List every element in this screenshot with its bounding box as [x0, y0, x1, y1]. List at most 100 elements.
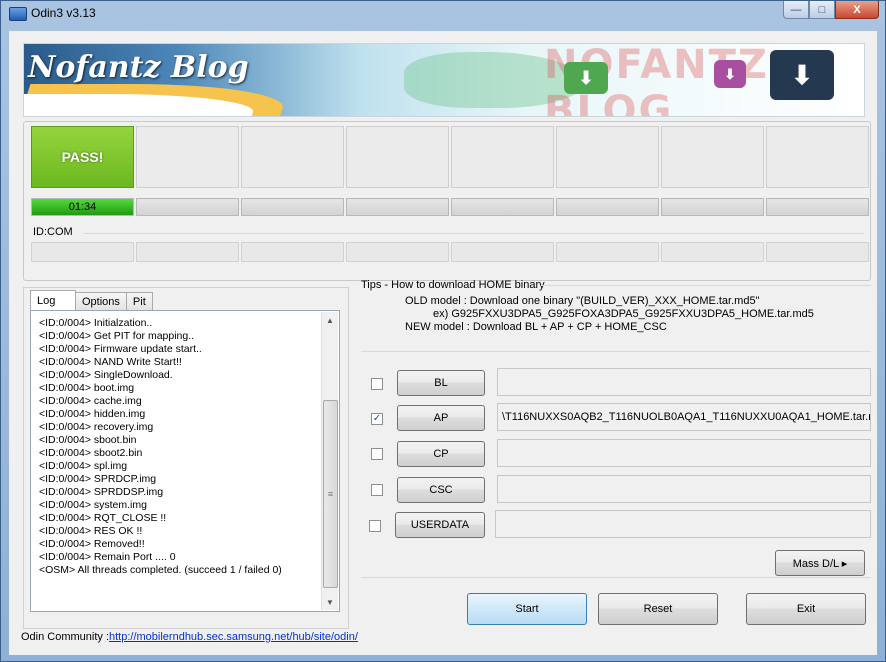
- device-slot: [241, 126, 344, 188]
- tip-example: ex) G925FXXU3DPA5_G925FOXA3DPA5_G925FXXU…: [433, 308, 814, 320]
- device-slot: [661, 126, 764, 188]
- download-icon-large: ⬇: [770, 50, 834, 100]
- progress-bar: [766, 198, 869, 216]
- log-line: <ID:0/004> Firmware update start..: [39, 343, 202, 355]
- com-port-box: [136, 242, 239, 262]
- progress-bar: [556, 198, 659, 216]
- cp-button[interactable]: CP: [397, 441, 485, 467]
- banner-logo: Nofantz Blog: [28, 50, 249, 85]
- log-line: <ID:0/004> SingleDownload.: [39, 369, 173, 381]
- actions-divider: [361, 577, 871, 578]
- minimize-button[interactable]: —: [783, 1, 809, 19]
- userdata-path-field[interactable]: [495, 510, 871, 538]
- log-line: <ID:0/004> recovery.img: [39, 421, 154, 433]
- progress-bar: [661, 198, 764, 216]
- progress-bar-1: 01:34: [31, 198, 134, 216]
- ap-path-field[interactable]: \T116NUXXS0AQB2_T116NUOLB0AQA1_T116NUXXU…: [497, 403, 871, 431]
- device-slot-1-status: PASS!: [31, 126, 134, 188]
- title-bar[interactable]: Odin3 v3.13 — □ X: [1, 1, 885, 27]
- progress-bar: [241, 198, 344, 216]
- log-line: <ID:0/004> Removed!!: [39, 538, 145, 550]
- device-slots: PASS!: [31, 126, 869, 188]
- download-icon: ⬇: [564, 62, 608, 94]
- log-scrollbar[interactable]: ▲ ≡ ▼: [321, 312, 338, 610]
- log-line: <ID:0/004> sboot2.bin: [39, 447, 143, 459]
- com-port-box: [556, 242, 659, 262]
- close-button[interactable]: X: [835, 1, 879, 19]
- log-line: <OSM> All threads completed. (succeed 1 …: [39, 564, 282, 576]
- log-panel: Log Options Pit <ID:0/004> Initialzation…: [23, 287, 349, 629]
- progress-bar: [451, 198, 554, 216]
- log-line: <ID:0/004> RES OK !!: [39, 525, 143, 537]
- scroll-down-icon[interactable]: ▼: [322, 594, 338, 610]
- com-port-box: [661, 242, 764, 262]
- exit-button[interactable]: Exit: [746, 593, 866, 625]
- log-line: <ID:0/004> spl.img: [39, 460, 128, 472]
- csc-button[interactable]: CSC: [397, 477, 485, 503]
- device-slot: [766, 126, 869, 188]
- device-status-group: PASS! 01:34 ID:COM: [23, 121, 871, 281]
- tips-divider: [541, 285, 871, 286]
- idcom-divider: [84, 233, 864, 234]
- com-port-box: [241, 242, 344, 262]
- bl-path-field[interactable]: [497, 368, 871, 396]
- bl-checkbox[interactable]: [371, 378, 383, 390]
- device-slot: [346, 126, 449, 188]
- window-title: Odin3 v3.13: [31, 6, 96, 20]
- log-line: <ID:0/004> sboot.bin: [39, 434, 137, 446]
- log-line: <ID:0/004> boot.img: [39, 382, 135, 394]
- odin-app-icon: [9, 7, 27, 21]
- tab-log[interactable]: Log: [30, 290, 76, 311]
- files-group: BL ✓ AP \T116NUXXS0AQB2_T116NUOLB0AQA1_T…: [361, 351, 871, 576]
- com-port-box: [766, 242, 869, 262]
- com-port-box: [31, 242, 134, 262]
- userdata-checkbox[interactable]: [369, 520, 381, 532]
- tab-options[interactable]: Options: [75, 292, 127, 310]
- log-line: <ID:0/004> system.img: [39, 499, 147, 511]
- progress-bar: [346, 198, 449, 216]
- log-line: <ID:0/004> RQT_CLOSE !!: [39, 512, 167, 524]
- csc-path-field[interactable]: [497, 475, 871, 503]
- progress-bars: 01:34: [31, 198, 869, 216]
- tip-old-model: OLD model : Download one binary "(BUILD_…: [405, 295, 760, 307]
- mass-dl-button[interactable]: Mass D/L ▸: [775, 550, 865, 576]
- client-area: Nofantz Blog NOFANTZ BLOG ⬇ ⬇ ⬇ PASS! 01…: [9, 31, 877, 655]
- csc-checkbox[interactable]: [371, 484, 383, 496]
- log-line: <ID:0/004> SPRDCP.img: [39, 473, 157, 485]
- tip-new-model: NEW model : Download BL + AP + CP + HOME…: [405, 321, 667, 333]
- idcom-label: ID:COM: [33, 226, 73, 238]
- maximize-button[interactable]: □: [809, 1, 835, 19]
- progress-bar: [136, 198, 239, 216]
- device-slot: [451, 126, 554, 188]
- com-ports: [31, 242, 869, 262]
- log-line: <ID:0/004> SPRDDSP.img: [39, 486, 164, 498]
- log-tabs: Log Options Pit: [30, 290, 153, 311]
- userdata-button[interactable]: USERDATA: [395, 512, 485, 538]
- com-port-box: [346, 242, 449, 262]
- ap-button[interactable]: AP: [397, 405, 485, 431]
- log-lines: <ID:0/004> Initialzation.. <ID:0/004> Ge…: [39, 317, 282, 577]
- cp-checkbox[interactable]: [371, 448, 383, 460]
- com-port-box: [451, 242, 554, 262]
- log-line: <ID:0/004> cache.img: [39, 395, 142, 407]
- tips-group: Tips - How to download HOME binary OLD m…: [361, 279, 871, 343]
- ap-checkbox[interactable]: ✓: [371, 413, 383, 425]
- odin-window: Odin3 v3.13 — □ X Nofantz Blog NOFANTZ B…: [0, 0, 886, 662]
- log-line: <ID:0/004> hidden.img: [39, 408, 146, 420]
- log-line: <ID:0/004> Remain Port .... 0: [39, 551, 176, 563]
- start-button[interactable]: Start: [467, 593, 587, 625]
- log-line: <ID:0/004> Initialzation..: [39, 317, 153, 329]
- tab-pit[interactable]: Pit: [125, 292, 153, 310]
- scroll-up-icon[interactable]: ▲: [322, 312, 338, 328]
- community-link[interactable]: http://mobilerndhub.sec.samsung.net/hub/…: [109, 631, 358, 643]
- reset-button[interactable]: Reset: [598, 593, 718, 625]
- window-controls: — □ X: [783, 1, 879, 19]
- download-icon-small: ⬇: [714, 60, 746, 88]
- device-slot: [136, 126, 239, 188]
- log-textbox[interactable]: <ID:0/004> Initialzation.. <ID:0/004> Ge…: [30, 310, 340, 612]
- cp-path-field[interactable]: [497, 439, 871, 467]
- bl-button[interactable]: BL: [397, 370, 485, 396]
- log-line: <ID:0/004> NAND Write Start!!: [39, 356, 182, 368]
- device-slot: [556, 126, 659, 188]
- scroll-thumb[interactable]: ≡: [323, 400, 338, 588]
